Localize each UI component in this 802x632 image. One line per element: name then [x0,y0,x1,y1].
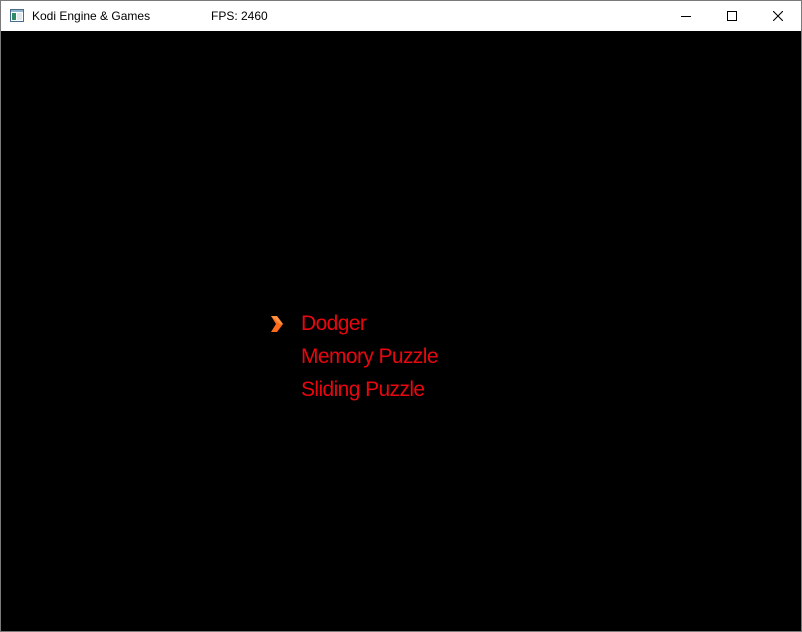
window-title: Kodi Engine & Games [32,9,151,23]
maximize-icon [727,11,737,21]
game-viewport[interactable]: Dodger Memory Puzzle Sliding Puzzle [1,31,801,631]
chevron-right-icon [271,316,283,332]
game-menu: Dodger Memory Puzzle Sliding Puzzle [1,31,801,631]
fps-counter: FPS: 2460 [211,9,268,23]
menu-item-memory-puzzle[interactable]: Memory Puzzle [301,345,439,369]
app-window-icon [10,9,24,22]
minimize-button[interactable] [663,1,709,31]
close-button[interactable] [755,1,801,31]
menu-item-dodger[interactable]: Dodger [301,312,367,336]
close-icon [773,11,783,21]
title-bar[interactable]: Kodi Engine & Games FPS: 2460 [1,1,801,31]
maximize-button[interactable] [709,1,755,31]
minimize-icon [681,16,691,17]
app-window: Kodi Engine & Games FPS: 2460 Dodger Mem… [0,0,802,632]
menu-item-sliding-puzzle[interactable]: Sliding Puzzle [301,378,425,402]
